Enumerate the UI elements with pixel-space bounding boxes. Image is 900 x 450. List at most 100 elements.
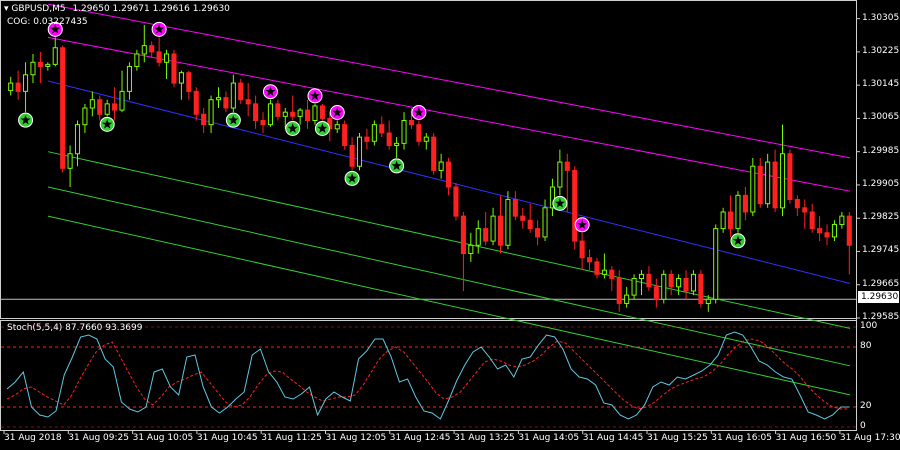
candle-body	[401, 120, 407, 144]
candle-body	[653, 286, 659, 300]
candle	[579, 232, 585, 271]
price-tick-label: 1.29745	[862, 245, 900, 256]
chart-canvas[interactable]	[0, 0, 900, 450]
candle	[453, 182, 459, 221]
candle-body	[728, 211, 734, 230]
price-tick-label: 1.30065	[862, 112, 900, 123]
candle	[438, 153, 444, 179]
candle	[631, 274, 637, 300]
buy-signal-icon	[314, 121, 330, 136]
candle	[690, 270, 696, 296]
symbol-header: ▾ GBPUSD,M5 1.29650 1.29671 1.29616 1.29…	[4, 4, 230, 15]
candle-body	[82, 107, 88, 126]
candle	[809, 203, 815, 233]
candle-body	[468, 244, 474, 255]
candle-body	[267, 103, 273, 126]
candle-body	[334, 124, 340, 130]
candle-body	[646, 273, 652, 288]
sell-signal-icon	[329, 105, 345, 120]
candle	[831, 220, 837, 242]
candle-body	[60, 47, 66, 169]
candle-body	[794, 199, 800, 209]
candle	[520, 207, 526, 229]
candle-body	[742, 194, 748, 213]
sell-signal-icon	[574, 217, 590, 233]
time-tick-label: 31 Aug 13:25	[454, 433, 515, 443]
time-tick-label: 31 Aug 11:25	[261, 433, 322, 443]
candle	[74, 120, 81, 167]
candle-body	[394, 142, 400, 146]
candle-body	[201, 113, 207, 126]
candle	[587, 249, 593, 271]
cog-indicator-label: COG: 0.03227435	[7, 17, 88, 27]
candle-body	[379, 124, 385, 134]
candle-body	[15, 82, 21, 92]
candle-body	[223, 97, 229, 109]
candle	[557, 149, 563, 196]
dropdown-arrow-icon[interactable]: ▾	[4, 4, 9, 14]
candle	[549, 178, 555, 217]
candle-body	[208, 99, 214, 126]
candle-body	[535, 228, 541, 238]
candle	[290, 95, 296, 121]
candle-body	[460, 215, 466, 255]
candle	[223, 91, 229, 113]
candle	[401, 112, 407, 150]
stoch-level-label: 20	[860, 401, 872, 411]
candle	[275, 99, 281, 121]
candle	[676, 274, 682, 296]
candle-body	[824, 232, 830, 238]
candle-body	[364, 136, 370, 142]
candle	[728, 195, 734, 237]
candle-body	[104, 103, 110, 115]
candle	[483, 211, 489, 246]
candle	[497, 195, 504, 254]
sell-signal-icon	[262, 84, 278, 100]
candle	[609, 266, 615, 291]
candle-body	[557, 161, 563, 188]
candle	[527, 203, 533, 233]
candle-body	[342, 124, 348, 146]
candle-body	[253, 103, 259, 122]
candle	[297, 108, 303, 125]
candle-body	[831, 223, 837, 238]
candle	[839, 211, 845, 229]
candle	[572, 166, 578, 250]
candle-body	[149, 45, 155, 53]
stoch-main-line	[6, 331, 849, 420]
candle-body	[609, 269, 615, 279]
candle	[757, 157, 763, 208]
candle	[490, 207, 496, 246]
candle-body	[305, 109, 311, 121]
time-tick-label: 31 Aug 17:30	[839, 433, 900, 443]
candle-body	[453, 186, 459, 217]
stoch-signal-line	[6, 338, 849, 410]
candle-body	[683, 278, 689, 292]
candle-body	[416, 124, 422, 142]
candle-body	[802, 207, 808, 213]
price-tick-label: 1.29825	[862, 212, 900, 223]
candle	[149, 41, 155, 59]
candle	[342, 120, 348, 150]
time-tick-label: 31 Aug 16:50	[775, 433, 837, 443]
candle-body	[349, 144, 355, 167]
candle-body	[668, 273, 674, 288]
stoch-level-label: 0	[860, 421, 866, 431]
candle	[720, 207, 726, 233]
candle	[119, 70, 125, 113]
candle-body	[119, 90, 125, 111]
candle	[253, 95, 259, 129]
main-panel-border	[0, 0, 857, 319]
candle-body	[676, 278, 682, 288]
sell-signal-icon	[151, 21, 167, 37]
candle	[661, 270, 667, 304]
candle	[15, 70, 21, 100]
buy-signal-icon	[344, 170, 360, 186]
candle-body	[446, 161, 452, 188]
candle	[794, 195, 800, 217]
current-price-badge: 1.29630	[858, 291, 899, 303]
candle-body	[45, 63, 51, 67]
candle	[512, 191, 518, 221]
cog-line-upper2	[47, 3, 851, 159]
candle	[535, 220, 541, 246]
